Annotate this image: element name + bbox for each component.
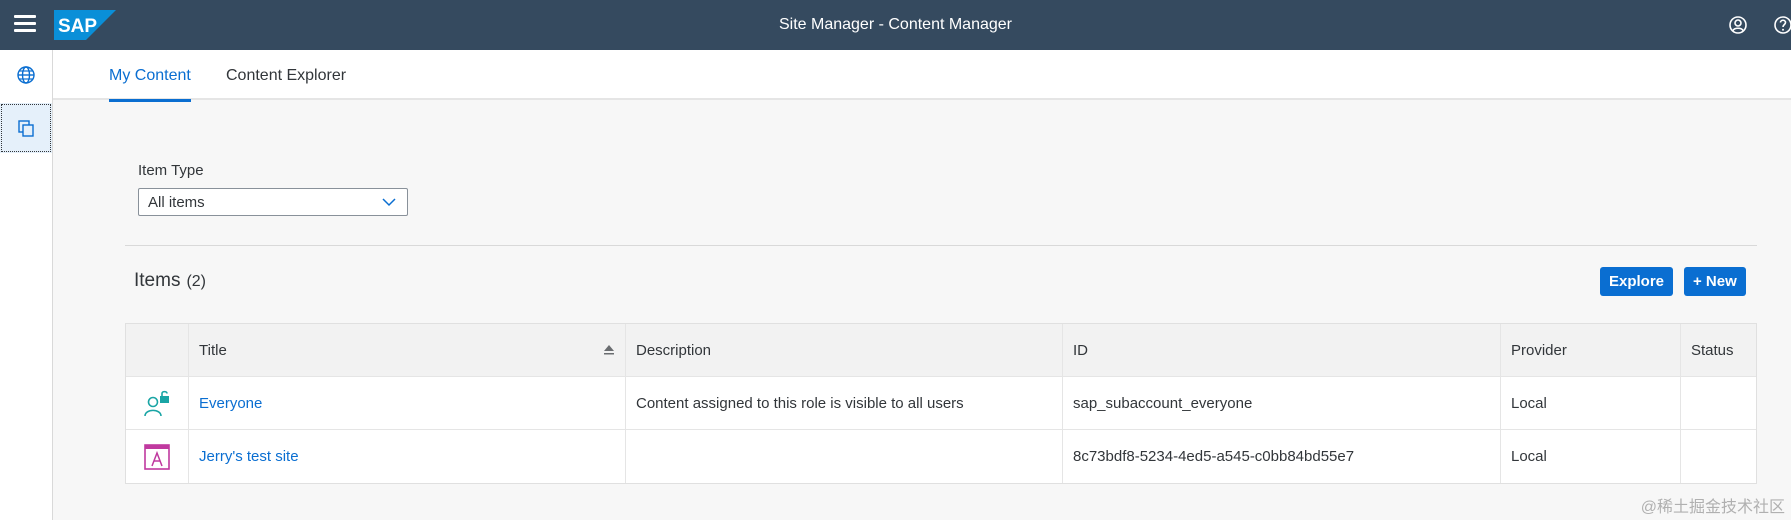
items-title: Items: [134, 270, 181, 291]
item-type-value: All items: [148, 194, 205, 211]
item-type-label: Item Type: [138, 162, 204, 179]
sap-logo[interactable]: SAP: [54, 10, 116, 40]
sort-ascending-icon: [604, 345, 614, 355]
column-header-description[interactable]: Description: [626, 324, 1063, 376]
menu-icon[interactable]: [14, 15, 36, 35]
content-copy-icon: [18, 120, 34, 137]
chevron-down-icon: [382, 198, 396, 207]
tab-content-explorer[interactable]: Content Explorer: [226, 50, 346, 100]
watermark: @稀土掘金技术社区: [1640, 499, 1785, 516]
tab-bar: My Content Content Explorer: [53, 50, 1791, 102]
items-table: Title Description ID Provider Status Eve…: [125, 323, 1757, 484]
column-header-provider[interactable]: Provider: [1501, 324, 1681, 376]
shell-bar: SAP Site Manager - Content Manager: [0, 0, 1791, 50]
divider: [125, 245, 1757, 246]
table-row[interactable]: Everyone Content assigned to this role i…: [126, 377, 1756, 430]
new-button[interactable]: + New: [1684, 267, 1746, 296]
row-description: [626, 430, 1063, 483]
item-type-select[interactable]: All items: [138, 188, 408, 216]
explore-button[interactable]: Explore: [1600, 267, 1674, 296]
user-icon[interactable]: [1726, 13, 1750, 37]
app-title: Site Manager - Content Manager: [778, 16, 1012, 33]
column-header-id[interactable]: ID: [1063, 324, 1501, 376]
row-id: sap_subaccount_everyone: [1063, 377, 1501, 429]
row-title-link[interactable]: Jerry's test site: [189, 430, 626, 483]
header-icon-column: [126, 324, 189, 376]
table-row[interactable]: Jerry's test site 8c73bdf8-5234-4ed5-a54…: [126, 430, 1756, 483]
sidenav-item-sites[interactable]: [0, 50, 52, 100]
svg-text:SAP: SAP: [58, 16, 97, 37]
help-icon[interactable]: [1771, 13, 1791, 37]
sidenav-item-content[interactable]: [0, 103, 52, 153]
items-header: Items (2): [134, 270, 206, 292]
site-icon: [144, 444, 170, 470]
column-header-title-label: Title: [199, 342, 227, 359]
tab-my-content[interactable]: My Content: [109, 50, 191, 102]
side-navigation: [0, 50, 53, 520]
column-header-title[interactable]: Title: [189, 324, 626, 376]
row-title-link[interactable]: Everyone: [189, 377, 626, 429]
row-description: Content assigned to this role is visible…: [626, 377, 1063, 429]
row-provider: Local: [1501, 430, 1681, 483]
row-status: [1681, 377, 1758, 429]
row-id: 8c73bdf8-5234-4ed5-a545-c0bb84bd55e7: [1063, 430, 1501, 483]
row-icon-cell: [126, 430, 189, 483]
table-header-row: Title Description ID Provider Status: [126, 324, 1756, 377]
row-provider: Local: [1501, 377, 1681, 429]
row-icon-cell: [126, 377, 189, 429]
globe-icon: [17, 66, 35, 84]
items-count: (2): [186, 273, 207, 290]
role-icon: [144, 390, 169, 417]
row-status: [1681, 430, 1758, 483]
column-header-status[interactable]: Status: [1681, 324, 1758, 376]
